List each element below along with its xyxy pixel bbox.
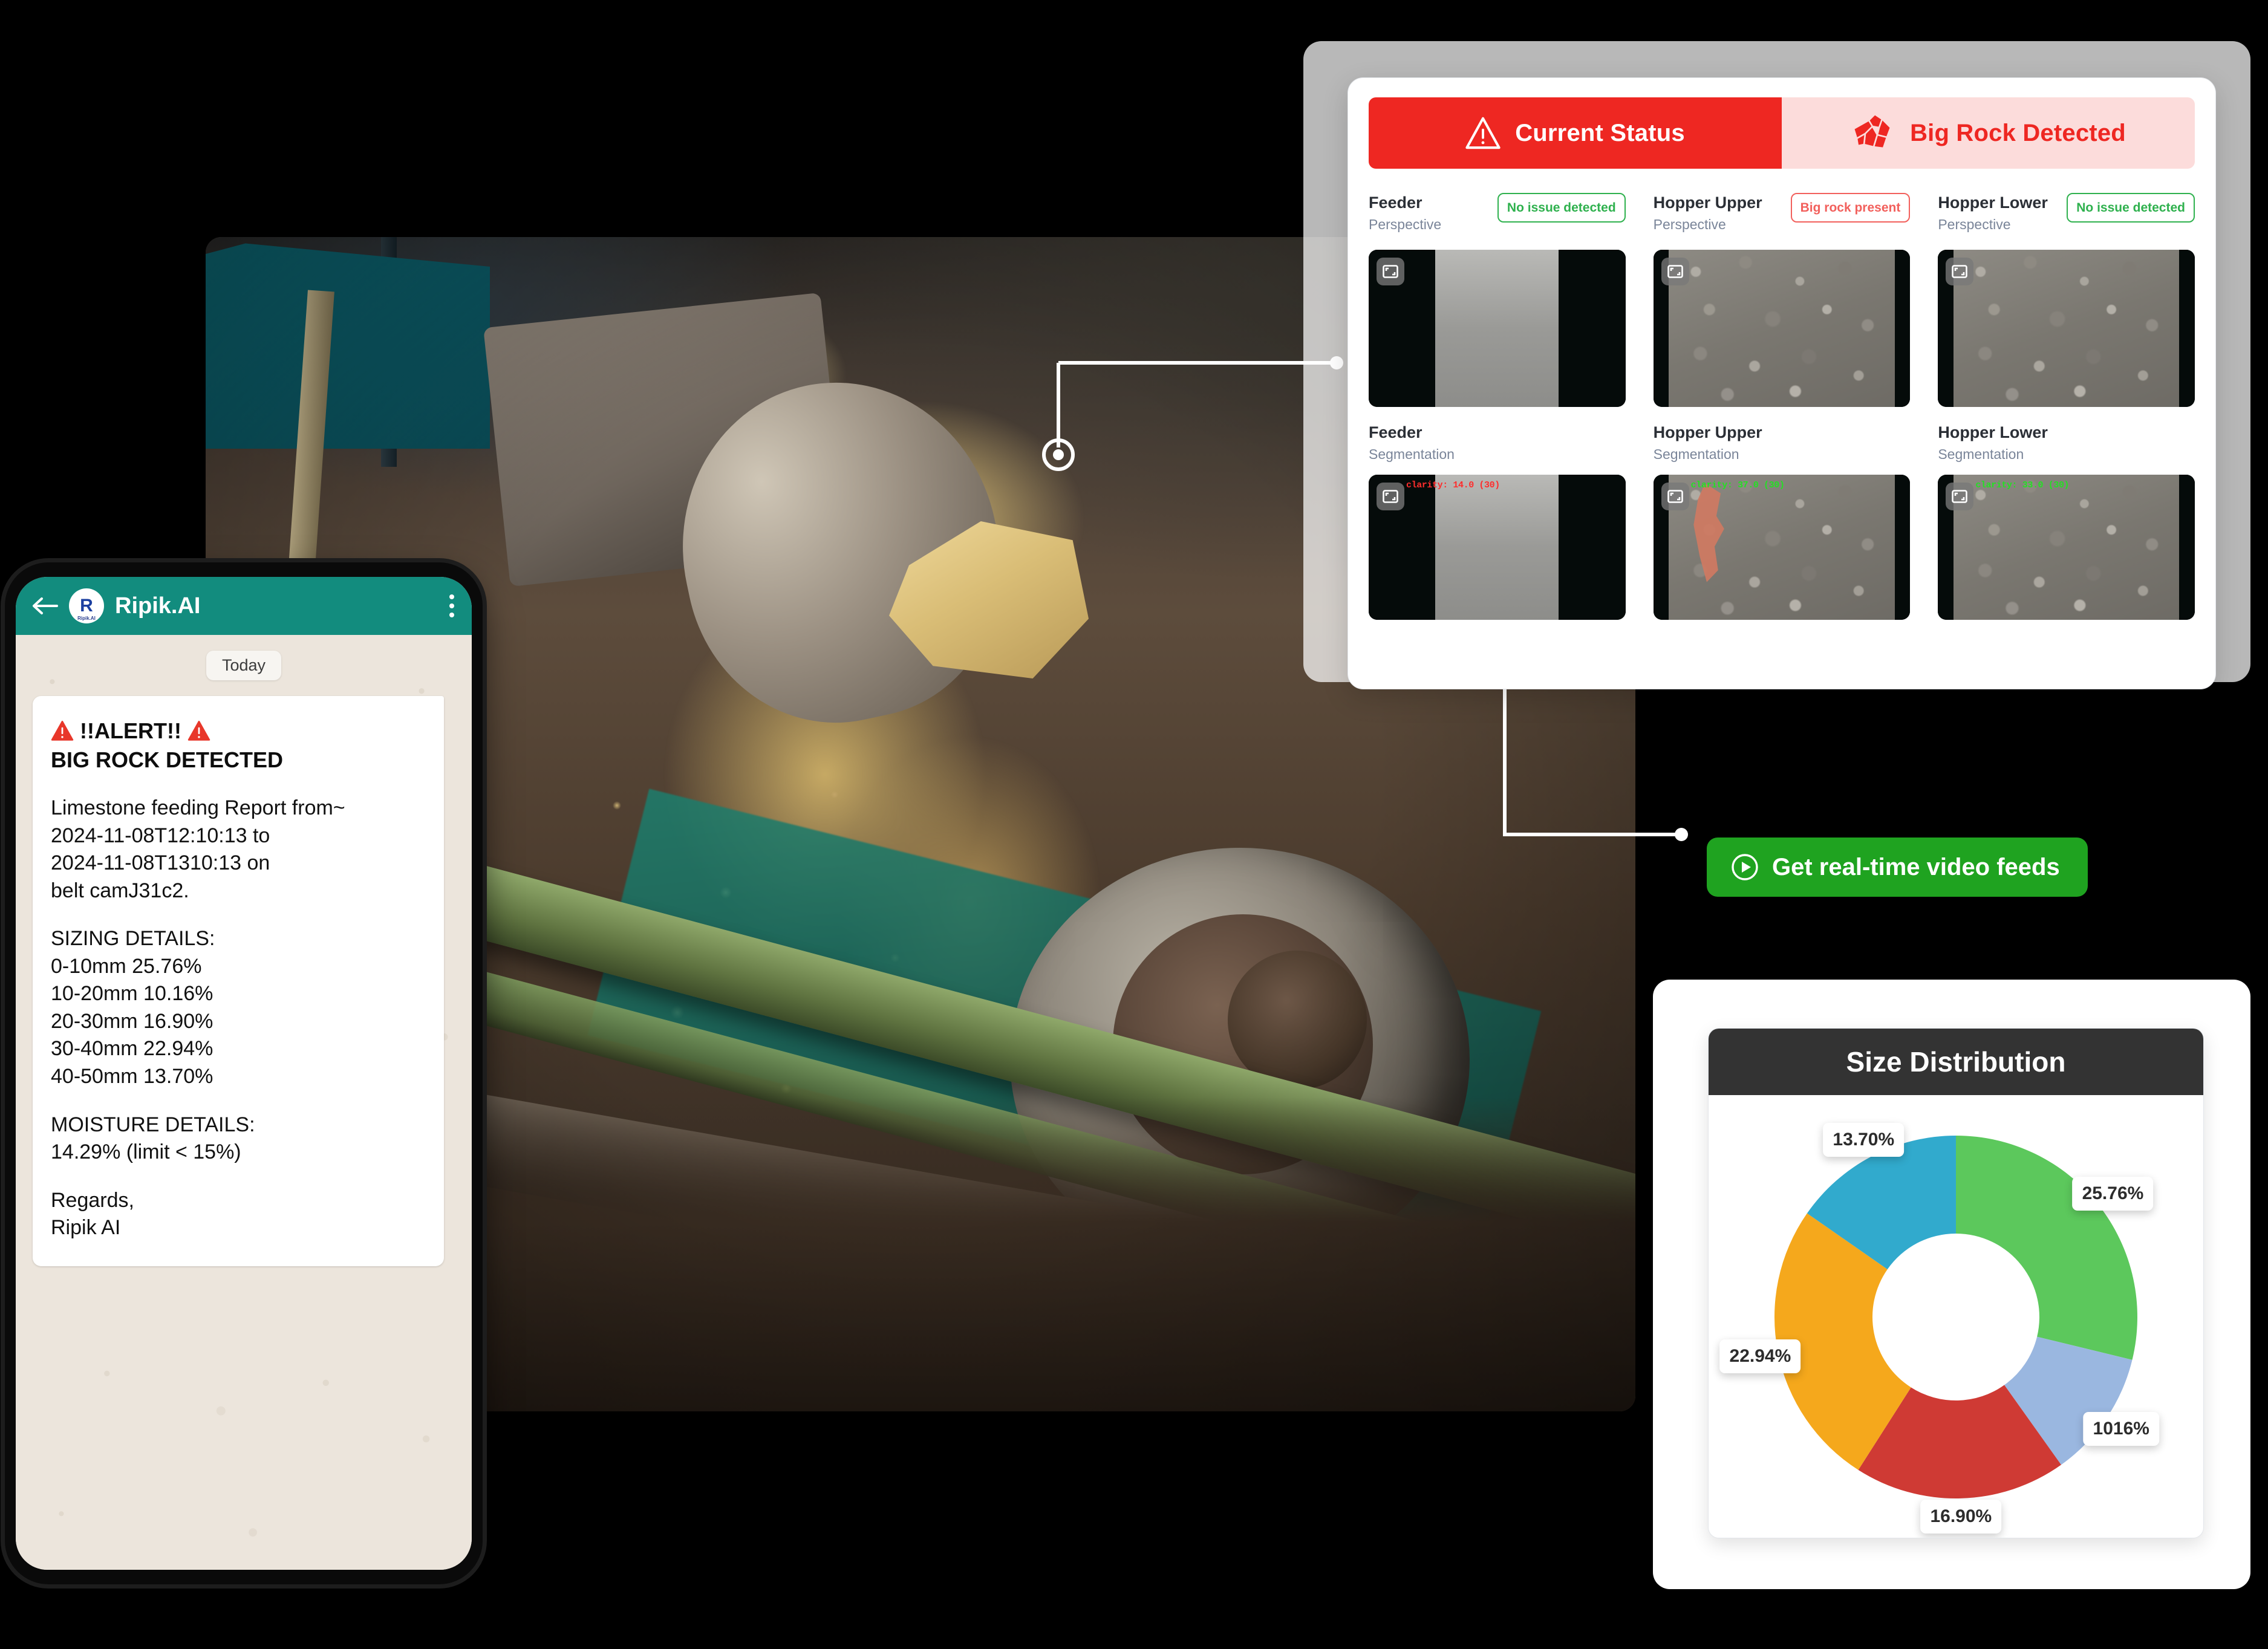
camera-view-type: Segmentation [1938,446,2024,462]
size-distribution-card: Size Distribution 25.76% 1016% 16.90% 22.94… [1708,1028,2204,1538]
cta-label: Get real-time video feeds [1772,853,2060,880]
status-badge: Big rock present [1790,193,1911,223]
report-line: 2024-11-08T1310:13 on [51,851,270,875]
camera-cell-feeder-segmentation: Feeder Segmentation clarity: 14.0 (30) [1369,423,1626,620]
camera-cell-hopper-lower-segmentation: Hopper Lower Segmentation clarity: 33.0 … [1938,423,2195,620]
chart-body: 25.76% 1016% 16.90% 22.94% 13.70% [1709,1095,2203,1538]
camera-title: Feeder [1369,423,1422,441]
warning-triangle-icon [51,720,74,741]
avatar-initial: R [80,596,93,616]
camera-tile[interactable]: clarity: 33.0 (30) [1938,475,2195,620]
camera-view-type: Segmentation [1653,446,1739,462]
alert-message-bubble: !!ALERT!! BIG ROCK DETECTED Limestone fe… [33,696,444,1266]
moisture-header: MOISTURE DETAILS: [51,1113,255,1136]
warning-triangle-icon [1465,117,1501,149]
tile-overlay-text: clarity: 14.0 (30) [1406,480,1500,490]
overflow-menu-icon[interactable] [448,592,456,620]
sign-name: Ripik AI [51,1216,121,1240]
sign-off: Regards, [51,1188,134,1212]
camera-title: Hopper Upper [1653,423,1762,441]
sizing-row: 40-50mm 13.70% [51,1064,213,1088]
tile-overlay-text: clarity: 33.0 (30) [1975,480,2070,490]
camera-cell-hopper-lower-perspective: Hopper Lower Perspective No issue detect… [1938,193,2195,407]
camera-title: Hopper Upper [1653,194,1762,212]
alert-title-row: !!ALERT!! [51,717,426,746]
status-badge: No issue detected [1497,193,1626,223]
chart-title-bar: Size Distribution [1709,1029,2203,1095]
perspective-camera-grid: Feeder Perspective No issue detected Hop… [1369,193,2195,407]
phone-screen: R Ripik.AI Ripik.AI Today !!ALERT!! BIG … [16,577,472,1570]
play-circle-icon [1732,854,1758,880]
tile-overlay-text: clarity: 37.0 (30) [1690,480,1785,490]
camera-cell-feeder-perspective: Feeder Perspective No issue detected [1369,193,1626,407]
detection-result-label: Big Rock Detected [1910,119,2126,146]
back-arrow-icon[interactable] [31,594,58,617]
expand-icon[interactable] [1946,483,1974,510]
expand-icon[interactable] [1661,483,1689,510]
camera-cell-hopper-upper-segmentation: Hopper Upper Segmentation clarity: 37.0 … [1653,423,1911,620]
status-badge: No issue detected [2067,193,2195,223]
camera-tile[interactable] [1653,250,1911,407]
donut-slice-label: 13.70% [1823,1123,1905,1157]
expand-icon[interactable] [1946,258,1974,285]
segmentation-camera-grid: Feeder Segmentation clarity: 14.0 (30) H… [1369,423,2195,620]
whatsapp-header: R Ripik.AI Ripik.AI [16,577,472,635]
camera-title: Hopper Lower [1938,194,2048,212]
get-video-feeds-button[interactable]: Get real-time video feeds [1707,838,2088,897]
donut-slice-label: 16.90% [1920,1499,2002,1534]
camera-view-type: Perspective [1938,216,2011,232]
warning-triangle-icon [187,720,210,741]
report-line: 2024-11-08T12:10:13 to [51,824,270,847]
chart-title: Size Distribution [1846,1046,2066,1078]
alert-headline: BIG ROCK DETECTED [51,747,284,772]
camera-tile[interactable]: clarity: 14.0 (30) [1369,475,1626,620]
sizing-header: SIZING DETAILS: [51,927,215,951]
report-line: Limestone feeding Report from~ [51,796,345,820]
camera-view-type: Segmentation [1369,446,1455,462]
current-status-chip: Current Status [1369,97,1782,169]
camera-view-type: Perspective [1653,216,1726,232]
report-line: belt camJ31c2. [51,879,189,902]
date-divider: Today [206,651,282,680]
current-status-label: Current Status [1515,119,1685,146]
camera-view-type: Perspective [1369,216,1442,232]
donut-chart: 25.76% 1016% 16.90% 22.94% 13.70% [1719,1123,2159,1534]
sizing-row: 20-30mm 16.90% [51,1009,213,1033]
camera-tile[interactable]: clarity: 37.0 (30) [1653,475,1911,620]
donut-slice-label: 22.94% [1719,1339,1801,1373]
donut-slice-label: 25.76% [2072,1177,2154,1211]
camera-cell-hopper-upper-perspective: Hopper Upper Perspective Big rock presen… [1653,193,1911,407]
camera-title: Hopper Lower [1938,423,2048,441]
rock-icon [1853,113,1892,149]
dashboard-card: Current Status Big Rock Detected Feeder [1347,77,2216,689]
moisture-value: 14.29% (limit < 15%) [51,1140,241,1164]
expand-icon[interactable] [1377,483,1404,510]
detection-result-chip: Big Rock Detected [1782,97,2195,169]
phone-mockup: R Ripik.AI Ripik.AI Today !!ALERT!! BIG … [5,562,483,1584]
camera-tile[interactable] [1369,250,1626,407]
chat-body: Today !!ALERT!! BIG ROCK DETECTED Limest… [16,635,472,1570]
camera-title: Feeder [1369,194,1422,212]
alert-text: !!ALERT!! [80,718,181,743]
expand-icon[interactable] [1661,258,1689,285]
status-banner: Current Status Big Rock Detected [1369,97,2195,169]
donut-slice-label: 1016% [2083,1412,2159,1446]
chat-title: Ripik.AI [115,593,201,619]
expand-icon[interactable] [1377,258,1404,285]
avatar[interactable]: R Ripik.AI [69,588,104,623]
camera-tile[interactable] [1938,250,2195,407]
sizing-row: 10-20mm 10.16% [51,982,213,1006]
avatar-sub-label: Ripik.AI [77,616,96,621]
donut-slice[interactable] [1956,1136,2137,1360]
sizing-row: 0-10mm 25.76% [51,954,202,978]
sizing-row: 30-40mm 22.94% [51,1037,213,1061]
